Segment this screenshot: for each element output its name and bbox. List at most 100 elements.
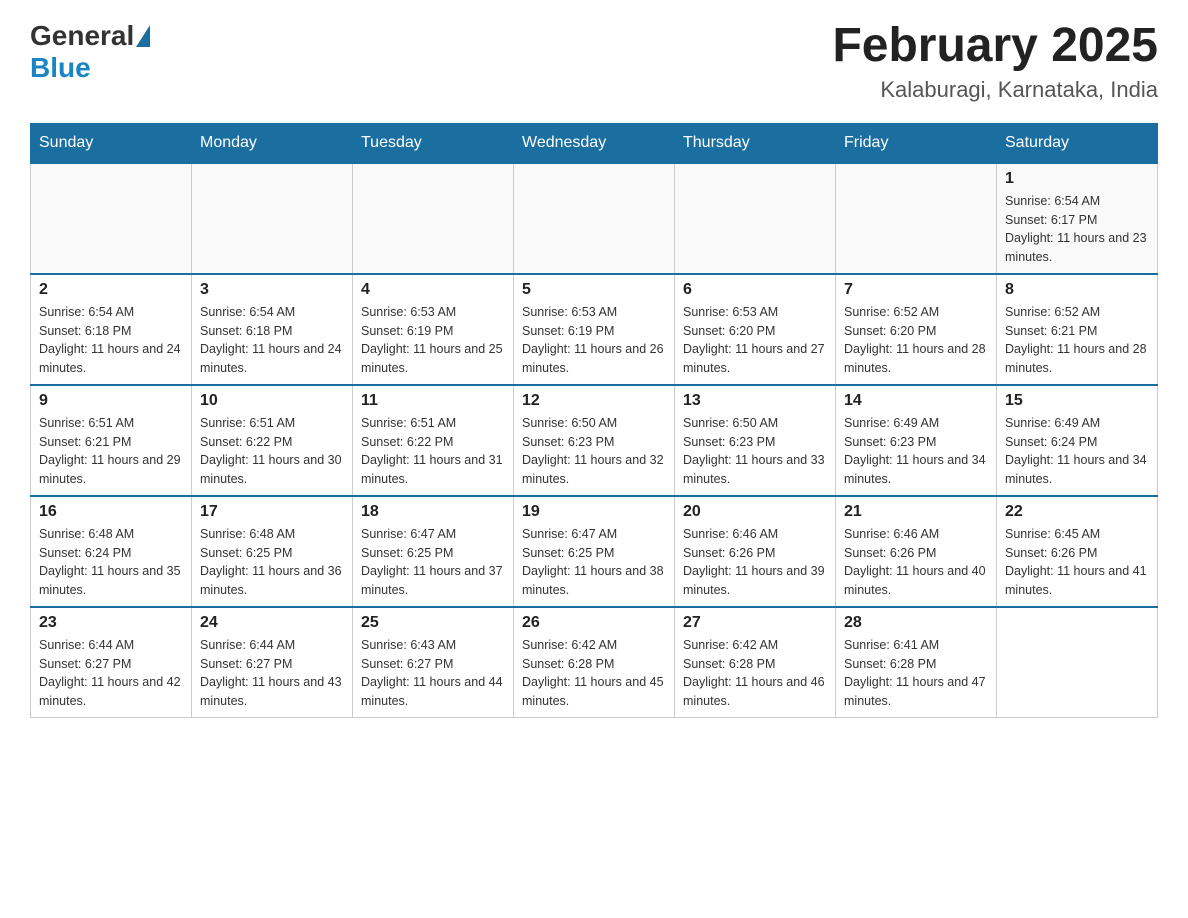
calendar-cell-week5-day2: 24Sunrise: 6:44 AMSunset: 6:27 PMDayligh… [192, 607, 353, 718]
header-saturday: Saturday [997, 123, 1158, 163]
calendar-cell-week3-day5: 13Sunrise: 6:50 AMSunset: 6:23 PMDayligh… [675, 385, 836, 496]
calendar-cell-week5-day1: 23Sunrise: 6:44 AMSunset: 6:27 PMDayligh… [31, 607, 192, 718]
calendar-cell-week1-day5 [675, 163, 836, 274]
calendar-cell-week4-day2: 17 Sunrise: 6:48 AMSunset: 6:25 PMDayligh… [192, 496, 353, 607]
day-info: Sunrise: 6:52 AMSunset: 6:21 PMDaylight:… [1005, 303, 1149, 378]
logo-blue-text: Blue [30, 52, 91, 83]
day-info: Sunrise: 6:47 AMSunset: 6:25 PMDaylight:… [522, 525, 666, 600]
day-number: 21 [844, 503, 988, 521]
header-monday: Monday [192, 123, 353, 163]
calendar-cell-week4-day4: 19 Sunrise: 6:47 AMSunset: 6:25 PMDayligh… [514, 496, 675, 607]
day-number: 7 [844, 281, 988, 299]
day-number: 25 [361, 614, 505, 632]
calendar-cell-week3-day6: 14 Sunrise: 6:49 AMSunset: 6:23 PMDayligh… [836, 385, 997, 496]
location-title: Kalaburagi, Karnataka, India [832, 77, 1158, 103]
day-number: 11 [361, 392, 505, 410]
day-info: Sunrise: 6:41 AMSunset: 6:28 PMDaylight:… [844, 636, 988, 711]
calendar-cell-week2-day3: 4 Sunrise: 6:53 AMSunset: 6:19 PMDaylight… [353, 274, 514, 385]
day-number: 22 [1005, 503, 1149, 521]
day-number: 10 [200, 392, 344, 410]
day-info: Sunrise: 6:52 AMSunset: 6:20 PMDaylight:… [844, 303, 988, 378]
day-number: 16 [39, 503, 183, 521]
calendar-cell-week1-day1 [31, 163, 192, 274]
month-title: February 2025 [832, 20, 1158, 73]
day-info: Sunrise: 6:43 AMSunset: 6:27 PMDaylight:… [361, 636, 505, 711]
header-wednesday: Wednesday [514, 123, 675, 163]
day-info: Sunrise: 6:48 AMSunset: 6:25 PMDaylight:… [200, 525, 344, 600]
header-thursday: Thursday [675, 123, 836, 163]
calendar-cell-week5-day3: 25 Sunrise: 6:43 AMSunset: 6:27 PMDayligh… [353, 607, 514, 718]
day-info: Sunrise: 6:50 AMSunset: 6:23 PMDaylight:… [522, 414, 666, 489]
calendar-week-4: 16 Sunrise: 6:48 AMSunset: 6:24 PMDayligh… [31, 496, 1158, 607]
day-info: Sunrise: 6:46 AMSunset: 6:26 PMDaylight:… [683, 525, 827, 600]
day-info: Sunrise: 6:51 AMSunset: 6:22 PMDaylight:… [200, 414, 344, 489]
calendar-week-1: 1 Sunrise: 6:54 AMSunset: 6:17 PMDaylight… [31, 163, 1158, 274]
calendar-cell-week4-day1: 16 Sunrise: 6:48 AMSunset: 6:24 PMDayligh… [31, 496, 192, 607]
day-info: Sunrise: 6:47 AMSunset: 6:25 PMDaylight:… [361, 525, 505, 600]
day-info: Sunrise: 6:42 AMSunset: 6:28 PMDaylight:… [522, 636, 666, 711]
day-info: Sunrise: 6:50 AMSunset: 6:23 PMDaylight:… [683, 414, 827, 489]
day-info: Sunrise: 6:44 AMSunset: 6:27 PMDaylight:… [39, 636, 183, 711]
calendar-cell-week2-day1: 2 Sunrise: 6:54 AMSunset: 6:18 PMDaylight… [31, 274, 192, 385]
day-number: 1 [1005, 170, 1149, 188]
calendar-cell-week4-day3: 18Sunrise: 6:47 AMSunset: 6:25 PMDayligh… [353, 496, 514, 607]
day-info: Sunrise: 6:51 AMSunset: 6:21 PMDaylight:… [39, 414, 183, 489]
day-number: 20 [683, 503, 827, 521]
calendar-cell-week1-day2 [192, 163, 353, 274]
day-number: 27 [683, 614, 827, 632]
calendar-cell-week3-day1: 9Sunrise: 6:51 AMSunset: 6:21 PMDaylight… [31, 385, 192, 496]
day-number: 5 [522, 281, 666, 299]
day-number: 26 [522, 614, 666, 632]
header-friday: Friday [836, 123, 997, 163]
calendar-week-2: 2 Sunrise: 6:54 AMSunset: 6:18 PMDaylight… [31, 274, 1158, 385]
day-number: 14 [844, 392, 988, 410]
calendar-cell-week5-day7 [997, 607, 1158, 718]
calendar-cell-week4-day6: 21 Sunrise: 6:46 AMSunset: 6:26 PMDayligh… [836, 496, 997, 607]
day-number: 8 [1005, 281, 1149, 299]
day-number: 4 [361, 281, 505, 299]
calendar-cell-week3-day3: 11 Sunrise: 6:51 AMSunset: 6:22 PMDayligh… [353, 385, 514, 496]
day-info: Sunrise: 6:53 AMSunset: 6:19 PMDaylight:… [522, 303, 666, 378]
calendar-cell-week1-day3 [353, 163, 514, 274]
logo-general-text: General [30, 20, 134, 52]
calendar-cell-week5-day4: 26 Sunrise: 6:42 AMSunset: 6:28 PMDayligh… [514, 607, 675, 718]
day-info: Sunrise: 6:49 AMSunset: 6:24 PMDaylight:… [1005, 414, 1149, 489]
calendar-cell-week1-day7: 1 Sunrise: 6:54 AMSunset: 6:17 PMDaylight… [997, 163, 1158, 274]
day-number: 19 [522, 503, 666, 521]
day-info: Sunrise: 6:54 AMSunset: 6:18 PMDaylight:… [39, 303, 183, 378]
day-info: Sunrise: 6:51 AMSunset: 6:22 PMDaylight:… [361, 414, 505, 489]
calendar-cell-week2-day7: 8 Sunrise: 6:52 AMSunset: 6:21 PMDaylight… [997, 274, 1158, 385]
logo-triangle-icon [136, 25, 150, 47]
day-info: Sunrise: 6:49 AMSunset: 6:23 PMDaylight:… [844, 414, 988, 489]
title-area: February 2025 Kalaburagi, Karnataka, Ind… [832, 20, 1158, 103]
calendar-cell-week1-day4 [514, 163, 675, 274]
calendar-cell-week5-day6: 28 Sunrise: 6:41 AMSunset: 6:28 PMDayligh… [836, 607, 997, 718]
day-info: Sunrise: 6:45 AMSunset: 6:26 PMDaylight:… [1005, 525, 1149, 600]
calendar-table: Sunday Monday Tuesday Wednesday Thursday… [30, 123, 1158, 718]
day-info: Sunrise: 6:54 AMSunset: 6:17 PMDaylight:… [1005, 192, 1149, 267]
day-info: Sunrise: 6:46 AMSunset: 6:26 PMDaylight:… [844, 525, 988, 600]
day-number: 15 [1005, 392, 1149, 410]
calendar-cell-week2-day4: 5 Sunrise: 6:53 AMSunset: 6:19 PMDaylight… [514, 274, 675, 385]
day-info: Sunrise: 6:42 AMSunset: 6:28 PMDaylight:… [683, 636, 827, 711]
logo-area: General Blue [30, 20, 152, 84]
day-info: Sunrise: 6:44 AMSunset: 6:27 PMDaylight:… [200, 636, 344, 711]
calendar-cell-week2-day6: 7 Sunrise: 6:52 AMSunset: 6:20 PMDaylight… [836, 274, 997, 385]
day-number: 6 [683, 281, 827, 299]
day-number: 17 [200, 503, 344, 521]
calendar-cell-week3-day4: 12Sunrise: 6:50 AMSunset: 6:23 PMDayligh… [514, 385, 675, 496]
calendar-cell-week2-day5: 6Sunrise: 6:53 AMSunset: 6:20 PMDaylight… [675, 274, 836, 385]
calendar-cell-week4-day5: 20 Sunrise: 6:46 AMSunset: 6:26 PMDayligh… [675, 496, 836, 607]
day-info: Sunrise: 6:48 AMSunset: 6:24 PMDaylight:… [39, 525, 183, 600]
calendar-cell-week1-day6 [836, 163, 997, 274]
calendar-cell-week3-day7: 15 Sunrise: 6:49 AMSunset: 6:24 PMDayligh… [997, 385, 1158, 496]
page-header: General Blue February 2025 Kalaburagi, K… [30, 20, 1158, 103]
calendar-header-row: Sunday Monday Tuesday Wednesday Thursday… [31, 123, 1158, 163]
day-info: Sunrise: 6:54 AMSunset: 6:18 PMDaylight:… [200, 303, 344, 378]
day-number: 2 [39, 281, 183, 299]
calendar-week-5: 23Sunrise: 6:44 AMSunset: 6:27 PMDayligh… [31, 607, 1158, 718]
calendar-cell-week4-day7: 22 Sunrise: 6:45 AMSunset: 6:26 PMDayligh… [997, 496, 1158, 607]
day-info: Sunrise: 6:53 AMSunset: 6:19 PMDaylight:… [361, 303, 505, 378]
calendar-week-3: 9Sunrise: 6:51 AMSunset: 6:21 PMDaylight… [31, 385, 1158, 496]
day-number: 28 [844, 614, 988, 632]
